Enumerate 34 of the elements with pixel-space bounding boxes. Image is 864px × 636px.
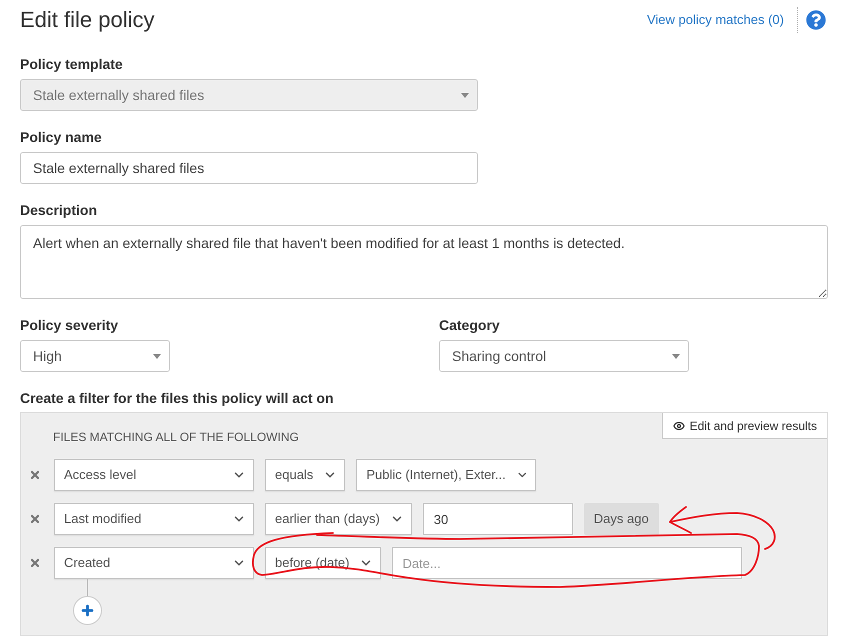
field-label: Category <box>439 316 500 335</box>
x-icon[interactable] <box>29 513 41 525</box>
field-label: Policy name <box>20 128 102 147</box>
operator-select[interactable]: equals <box>265 459 346 491</box>
category-select[interactable]: Sharing control <box>439 340 689 372</box>
value-select[interactable]: Public (Internet), Exter... <box>356 459 536 491</box>
page-title: Edit file policy <box>20 6 155 34</box>
field-select[interactable]: Created <box>54 547 254 579</box>
date-input[interactable]: Date... <box>392 547 742 579</box>
value-input[interactable]: 30 <box>422 503 573 535</box>
unit-label: Days ago <box>584 503 659 535</box>
add-filter-button[interactable] <box>73 596 102 625</box>
field-label: Description <box>20 201 98 220</box>
policy-name-input[interactable]: Stale externally shared files <box>20 152 478 184</box>
description-field[interactable]: Alert when an externally shared file that haven't been modified for at least 1 months is detected. <box>20 225 828 299</box>
field-select[interactable]: Access level <box>54 459 254 491</box>
caret-icon <box>153 354 161 358</box>
connector-line <box>87 579 88 596</box>
field-select[interactable]: Last modified <box>54 503 254 535</box>
caret-icon <box>672 354 680 358</box>
eye-icon <box>672 420 685 432</box>
preview-results-button[interactable]: Edit and preview results <box>662 413 827 439</box>
caret-icon <box>461 92 469 98</box>
field-label: Create a filter for the files this policy will act on <box>20 389 334 408</box>
x-icon[interactable] <box>29 557 41 569</box>
x-icon[interactable] <box>29 469 41 481</box>
field-label: Policy severity <box>20 316 118 335</box>
policy-matches-link[interactable]: View policy matches (0) <box>646 10 784 30</box>
operator-select[interactable]: earlier than (days) <box>265 503 412 535</box>
severity-select[interactable]: High <box>20 340 170 372</box>
filter-heading: FILES MATCHING ALL OF THE FOLLOWING <box>53 429 299 445</box>
plus-icon <box>80 603 95 618</box>
field-label: Policy template <box>20 55 123 74</box>
help-icon[interactable] <box>806 10 826 30</box>
